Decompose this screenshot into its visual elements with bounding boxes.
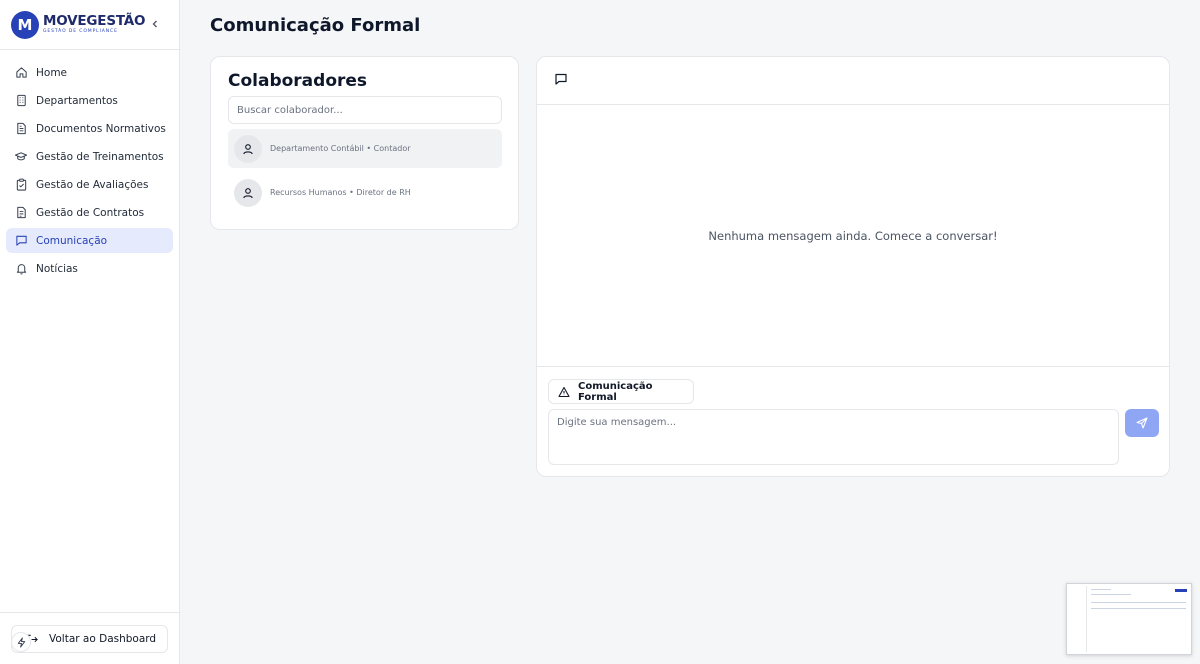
sidebar-item-home[interactable]: Home — [6, 60, 173, 85]
sidebar-item-label: Documentos Normativos — [36, 122, 166, 135]
sidebar-item-label: Gestão de Treinamentos — [36, 150, 164, 163]
colaboradores-title: Colaboradores — [228, 71, 368, 91]
contact-label: Departamento Contábil • Contador — [270, 144, 411, 153]
clipboard-check-icon — [14, 178, 28, 192]
logo-mark: M — [11, 10, 39, 39]
alert-triangle-icon — [558, 386, 570, 398]
contact-item[interactable]: Recursos Humanos • Diretor de RH — [228, 173, 502, 212]
logo-tagline: GESTÃO DE COMPLIANCE — [43, 29, 118, 34]
sidebar-item-label: Comunicação — [36, 234, 108, 247]
document-icon — [14, 122, 28, 136]
thumbnail-accent — [1175, 589, 1187, 592]
page-thumbnail[interactable] — [1066, 583, 1192, 655]
chat-messages: Nenhuma mensagem ainda. Comece a convers… — [537, 105, 1169, 367]
chat-header — [537, 57, 1169, 105]
send-button[interactable] — [1125, 409, 1159, 437]
sidebar-item-documentos-normativos[interactable]: Documentos Normativos — [6, 116, 173, 141]
home-icon — [14, 66, 28, 80]
thumbnail-line — [1091, 608, 1186, 609]
building-icon — [14, 94, 28, 108]
sidebar-item-gestao-avaliacoes[interactable]: Gestão de Avaliações — [6, 172, 173, 197]
thumbnail-line — [1091, 594, 1131, 595]
sidebar-item-comunicacao[interactable]: Comunicação — [6, 228, 173, 253]
sidebar-item-departamentos[interactable]: Departamentos — [6, 88, 173, 113]
send-icon — [1136, 417, 1148, 429]
sidebar-nav: Home Departamentos Documentos Normativos… — [0, 50, 179, 281]
contact-label: Recursos Humanos • Diretor de RH — [270, 188, 411, 197]
contract-icon — [14, 206, 28, 220]
formal-communication-toggle[interactable]: Comunicação Formal — [548, 379, 694, 404]
sidebar-item-noticias[interactable]: Notícias — [6, 256, 173, 281]
graduation-cap-icon — [14, 150, 28, 164]
user-icon — [234, 134, 262, 163]
bell-icon — [14, 262, 28, 276]
contact-item[interactable]: Departamento Contábil • Contador — [228, 129, 502, 168]
empty-state-message: Nenhuma mensagem ainda. Comece a convers… — [708, 228, 998, 243]
sidebar-footer: Voltar ao Dashboard — [0, 612, 179, 664]
sidebar-item-gestao-treinamentos[interactable]: Gestão de Treinamentos — [6, 144, 173, 169]
logo-name: MOVEGESTÃO — [43, 12, 146, 29]
sidebar-item-gestao-contratos[interactable]: Gestão de Contratos — [6, 200, 173, 225]
back-to-dashboard-label: Voltar ao Dashboard — [49, 633, 157, 645]
message-square-icon — [554, 71, 568, 90]
thumbnail-line — [1091, 589, 1111, 590]
chat-panel: Nenhuma mensagem ainda. Comece a convers… — [536, 56, 1170, 477]
formal-communication-label: Comunicação Formal — [578, 380, 653, 403]
sidebar-item-label: Gestão de Avaliações — [36, 178, 149, 191]
sidebar: M MOVEGESTÃO GESTÃO DE COMPLIANCE Home D… — [0, 0, 180, 664]
sidebar-item-label: Departamentos — [36, 94, 118, 107]
search-input[interactable] — [228, 96, 502, 124]
back-to-dashboard-button[interactable]: Voltar ao Dashboard — [11, 625, 168, 653]
sidebar-item-label: Home — [36, 66, 68, 79]
page-title: Comunicação Formal — [210, 15, 421, 36]
colaboradores-panel: Colaboradores Departamento Contábil • Co… — [210, 56, 519, 230]
sidebar-item-label: Gestão de Contratos — [36, 206, 145, 219]
thumbnail-line — [1091, 602, 1186, 603]
sidebar-item-label: Notícias — [36, 262, 78, 275]
message-square-icon — [14, 234, 28, 248]
thumbnail-sidebar — [1069, 586, 1087, 652]
collapse-sidebar-button[interactable] — [148, 17, 162, 31]
user-icon — [234, 178, 262, 207]
bolt-icon[interactable] — [11, 632, 31, 652]
message-input[interactable] — [548, 409, 1119, 465]
logo[interactable]: M MOVEGESTÃO GESTÃO DE COMPLIANCE — [0, 0, 179, 50]
chevron-left-icon — [152, 20, 157, 28]
